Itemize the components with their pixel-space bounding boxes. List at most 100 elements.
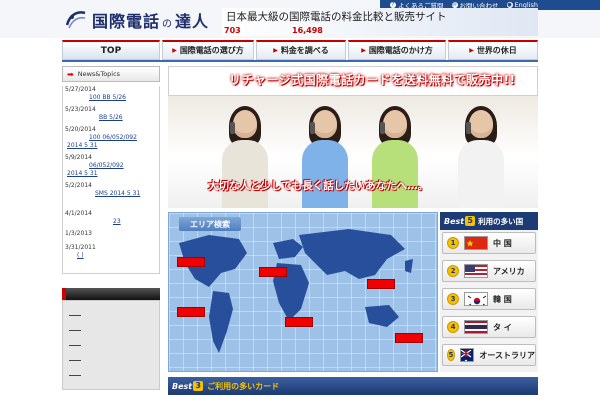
ranking-title: 利用の多い国 [478,216,524,226]
rank-count-badge: 3 [193,381,204,391]
sidebar-link[interactable] [69,315,81,316]
region-oceania-button[interactable] [395,333,423,343]
banner-person [372,106,418,208]
news-item[interactable]: 5/2/2014 SMS 2014 5 31 [63,182,159,198]
news-headline[interactable]: ( ) [65,252,159,260]
triangle-icon: ▶ [172,47,177,54]
sidebar-link[interactable] [69,345,81,346]
phone-icon [380,122,385,134]
tab-top[interactable]: TOP [62,40,160,60]
logo-suffix: 達人 [175,12,210,31]
tab-how-to-call[interactable]: ▶ 国際電話のかけ方 [348,40,446,60]
tab-check-rates[interactable]: ▶ 料金を調べる [256,40,346,60]
logo-particle: の [162,19,174,30]
news-date: 4/1/2014 [65,210,92,217]
ranking-list: 1 中 国 2 アメリカ 3 韓 国 4 タ イ 5 オーストラリア [440,230,538,372]
page: ? よくあるご質問 ✉ お問い合わせ ● English 国際電話の達人 日本最大級の… [0,0,600,400]
region-north-america-button[interactable] [177,257,205,267]
nav-divider [62,60,538,62]
promo-banner-photo[interactable]: 大切な人と少しでも長く話したいあなたへ…。 [168,96,538,208]
tab-how-to-choose[interactable]: ▶ 国際電話の選び方 [162,40,254,60]
news-item[interactable]: 4/1/2014 23 [63,210,159,226]
tab-world-holidays[interactable]: ▶ 世界の休日 [448,40,538,60]
area-search-map: エリア検索 [168,212,438,372]
banner-person [222,106,268,208]
rank-number: 2 [447,265,459,277]
sidebar-section-header [62,288,160,300]
news-item[interactable]: 5/20/2014 100 06/052/092 2014 5 31 [63,126,159,150]
korea-flag-icon [464,292,488,306]
ranking-item-korea[interactable]: 3 韓 国 [442,288,536,310]
news-date: 1/3/2013 [65,230,92,237]
tab-how-to-call-label: 国際電話のかけ方 [368,46,433,55]
best-cards-header: Best 3 ご利用の多いカード [168,377,538,395]
news-headline[interactable]: BB 5/26 [65,114,159,122]
news-headline[interactable]: 06/052/092 [65,162,159,170]
news-title: News&Topics [77,70,121,78]
usa-flag-icon [464,264,488,278]
news-item[interactable]: 1/3/2013 [63,230,159,238]
region-africa-button[interactable] [285,317,313,327]
thailand-flag-icon [464,320,488,334]
promo-banner-title-bar[interactable]: リチャージ式国際電話カードを送料無料で販売中!! [168,66,538,96]
best-label: Best [444,216,465,226]
country-name: アメリカ [493,266,525,276]
news-item[interactable]: 5/23/2014 BB 5/26 [63,106,159,122]
sidebar-link-list [62,300,160,390]
world-map [179,229,413,353]
sidebar-link[interactable] [69,330,81,331]
phone-icon [466,122,471,134]
tab-check-rates-label: 料金を調べる [280,46,329,55]
news-headline[interactable]: SMS 2014 5 31 [65,190,159,198]
site-logo[interactable]: 国際電話の達人 [64,6,209,34]
news-headline[interactable]: 100 06/052/092 [65,134,159,142]
china-flag-icon [464,236,488,250]
tab-how-to-choose-label: 国際電話の選び方 [179,46,244,55]
news-item[interactable]: 5/27/2014 100 BB 5/26 [63,86,159,102]
news-date: 5/2/2014 [65,182,92,189]
best-cards-title: ご利用の多いカード [207,381,280,391]
best-label: Best [172,381,193,391]
news-list: 5/27/2014 100 BB 5/26 5/23/2014 BB 5/26 5/… [62,86,160,274]
country-name: 中 国 [493,238,512,248]
logo-icon [64,8,88,32]
arrow-right-icon: ➡ [67,69,74,79]
news-headline-cont[interactable]: 2014 5 31 [65,142,159,150]
main-nav: TOP ▶ 国際電話の選び方 ▶ 料金を調べる ▶ 国際電話のかけ方 ▶ 世界の休日 [62,40,538,60]
promo-banner-subtitle: 大切な人と少しでも長く話したいあなたへ…。 [208,180,429,192]
news-item[interactable]: 3/31/2011( ) [63,244,159,260]
ranking-item-australia[interactable]: 5 オーストラリア [442,344,536,366]
news-item[interactable]: 5/9/2014 06/052/092 2014 5 31 [63,154,159,178]
sidebar-link[interactable] [69,375,81,376]
region-south-america-button[interactable] [177,307,205,317]
site-tagline: 日本最大級の国際電話の料金比較と販売サイト [226,11,447,23]
ranking-item-usa[interactable]: 2 アメリカ [442,260,536,282]
news-headline[interactable]: 100 BB 5/26 [65,94,159,102]
region-asia-button[interactable] [367,279,395,289]
news-date: 5/27/2014 [65,86,96,93]
tab-world-holidays-label: 世界の休日 [476,46,517,55]
country-name: 韓 国 [493,294,512,304]
banner-person [458,106,504,208]
country-name: タ イ [493,322,512,332]
area-search-label: エリア検索 [179,217,241,231]
phone-icon [230,122,235,134]
news-headline-cont[interactable]: 2014 5 31 [65,170,159,178]
ranking-header: Best 5 利用の多い国 [440,212,538,230]
rank-number: 4 [447,321,459,333]
news-headline[interactable]: 23 [65,218,159,226]
stat-a: 703 [224,26,241,35]
tab-top-label: TOP [100,45,122,56]
ranking-item-china[interactable]: 1 中 国 [442,232,536,254]
news-date: 5/9/2014 [65,154,92,161]
triangle-icon: ▶ [361,47,366,54]
ranking-item-thailand[interactable]: 4 タ イ [442,316,536,338]
rank-count-badge: 5 [465,216,476,226]
logo-kanji: 国際電話 [92,12,161,31]
phone-icon [310,122,315,134]
news-date: 3/31/2011 [65,244,96,251]
region-europe-button[interactable] [259,267,287,277]
rank-number: 5 [447,349,455,361]
banner-person [302,106,348,208]
sidebar-link[interactable] [69,360,81,361]
